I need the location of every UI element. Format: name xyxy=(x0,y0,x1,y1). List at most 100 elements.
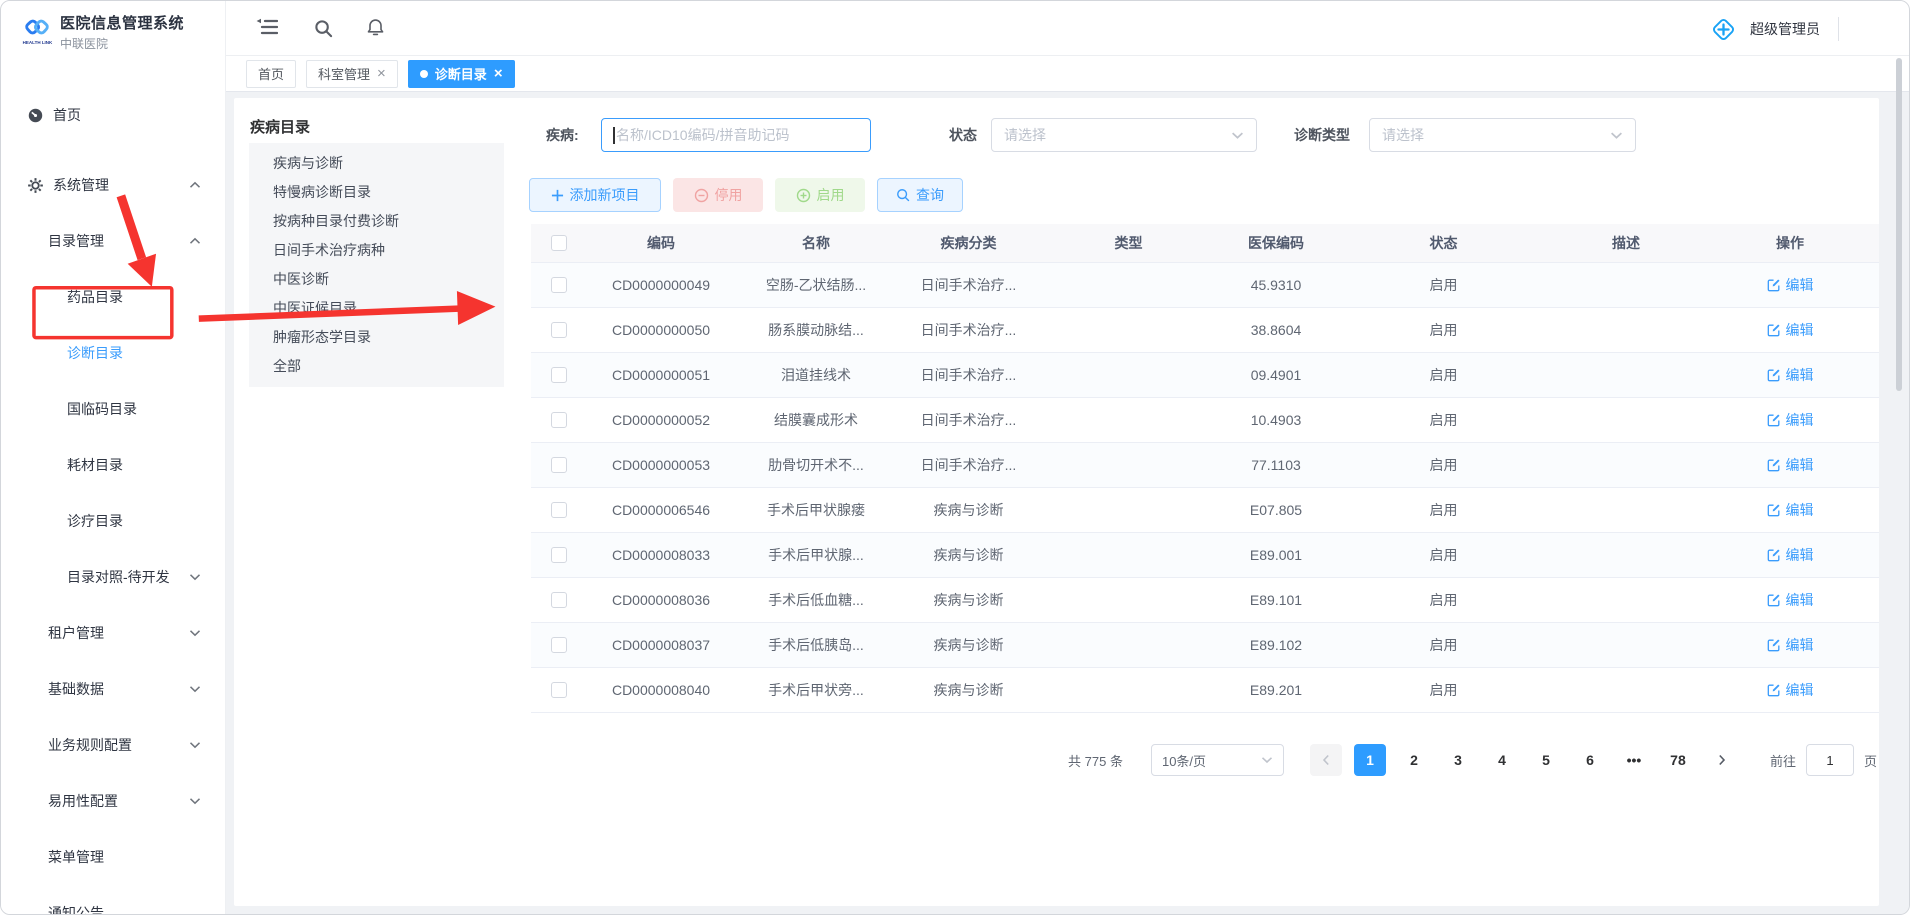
row-checkbox[interactable] xyxy=(551,277,567,293)
sidebar-item-目录对照-待开发[interactable]: 目录对照-待开发 xyxy=(1,549,225,605)
disease-search-field xyxy=(601,118,871,152)
page-button-1[interactable]: 1 xyxy=(1354,744,1386,776)
prev-page-button[interactable] xyxy=(1310,744,1342,776)
page-button-2[interactable]: 2 xyxy=(1398,744,1430,776)
type-cell xyxy=(1041,262,1216,307)
edit-label: 编辑 xyxy=(1786,545,1814,565)
enable-button[interactable]: 启用 xyxy=(775,178,865,212)
chevron-left-icon xyxy=(1322,754,1330,766)
type-cell xyxy=(1041,442,1216,487)
diagnosis-type-select[interactable]: 请选择 xyxy=(1369,118,1636,152)
edit-label: 编辑 xyxy=(1786,455,1814,475)
table-row: CD0000008033手术后甲状腺...疾病与诊断E89.001启用编辑 xyxy=(531,532,1879,577)
add-item-button[interactable]: 添加新项目 xyxy=(529,178,661,212)
tab-诊断目录[interactable]: 诊断目录× xyxy=(408,60,515,88)
category-cell: 疾病与诊断 xyxy=(896,487,1041,532)
category-cell: 日间手术治疗... xyxy=(896,397,1041,442)
description-cell xyxy=(1551,487,1701,532)
goto-page-input[interactable] xyxy=(1806,744,1854,776)
page-size-value: 10条/页 xyxy=(1162,751,1206,770)
edit-button[interactable]: 编辑 xyxy=(1767,635,1814,655)
status-cell: 启用 xyxy=(1336,532,1551,577)
disable-button[interactable]: 停用 xyxy=(673,178,763,212)
catalog-item-疾病与诊断[interactable]: 疾病与诊断 xyxy=(249,149,504,178)
sidebar-item-label: 目录管理 xyxy=(48,231,104,251)
status-select[interactable]: 请选择 xyxy=(991,118,1257,152)
page-button-4[interactable]: 4 xyxy=(1486,744,1518,776)
type-cell xyxy=(1041,667,1216,712)
close-tab-icon[interactable]: × xyxy=(494,66,503,81)
sidebar-item-业务规则配置[interactable]: 业务规则配置 xyxy=(1,717,225,773)
sidebar-item-通知公告[interactable]: 通知公告 xyxy=(1,885,225,915)
edit-button[interactable]: 编辑 xyxy=(1767,500,1814,520)
row-checkbox[interactable] xyxy=(551,637,567,653)
edit-button[interactable]: 编辑 xyxy=(1767,410,1814,430)
close-tab-icon[interactable]: × xyxy=(377,66,386,81)
edit-button[interactable]: 编辑 xyxy=(1767,545,1814,565)
row-checkbox[interactable] xyxy=(551,322,567,338)
sidebar-item-label: 租户管理 xyxy=(48,623,104,643)
catalog-item-日间手术治疗病种[interactable]: 日间手术治疗病种 xyxy=(249,236,504,265)
sidebar-item-目录管理[interactable]: 目录管理 xyxy=(1,213,225,269)
row-checkbox[interactable] xyxy=(551,412,567,428)
status-cell: 启用 xyxy=(1336,352,1551,397)
scrollbar-thumb[interactable] xyxy=(1896,58,1902,391)
disease-search-input[interactable] xyxy=(602,119,870,151)
actions-cell: 编辑 xyxy=(1701,352,1879,397)
edit-button[interactable]: 编辑 xyxy=(1767,275,1814,295)
select-all-checkbox[interactable] xyxy=(551,235,567,251)
edit-button[interactable]: 编辑 xyxy=(1767,680,1814,700)
search-icon[interactable] xyxy=(314,19,333,38)
page-button-6[interactable]: 6 xyxy=(1574,744,1606,776)
next-page-button[interactable] xyxy=(1706,744,1738,776)
sidebar-item-租户管理[interactable]: 租户管理 xyxy=(1,605,225,661)
user-menu[interactable]: 超级管理员 xyxy=(1709,14,1839,44)
tab-科室管理[interactable]: 科室管理× xyxy=(306,60,398,88)
catalog-item-按病种目录付费诊断[interactable]: 按病种目录付费诊断 xyxy=(249,207,504,236)
row-checkbox[interactable] xyxy=(551,367,567,383)
sidebar-item-菜单管理[interactable]: 菜单管理 xyxy=(1,829,225,885)
row-checkbox[interactable] xyxy=(551,502,567,518)
medical-code-cell: 38.8604 xyxy=(1216,307,1336,352)
sidebar-item-label: 系统管理 xyxy=(53,175,109,195)
description-cell xyxy=(1551,622,1701,667)
row-checkbox[interactable] xyxy=(551,547,567,563)
edit-label: 编辑 xyxy=(1786,590,1814,610)
edit-button[interactable]: 编辑 xyxy=(1767,590,1814,610)
more-pages-button[interactable]: ••• xyxy=(1618,744,1650,776)
catalog-item-中医诊断[interactable]: 中医诊断 xyxy=(249,265,504,294)
sidebar-item-耗材目录[interactable]: 耗材目录 xyxy=(1,437,225,493)
bell-icon[interactable] xyxy=(366,18,385,37)
edit-button[interactable]: 编辑 xyxy=(1767,365,1814,385)
edit-button[interactable]: 编辑 xyxy=(1767,320,1814,340)
sidebar-item-基础数据[interactable]: 基础数据 xyxy=(1,661,225,717)
pagination: 共 775 条 10条/页 123456•••78 前往 页 xyxy=(1068,744,1877,776)
edit-button[interactable]: 编辑 xyxy=(1767,455,1814,475)
row-checkbox[interactable] xyxy=(551,457,567,473)
catalog-item-中医证候目录[interactable]: 中医证候目录 xyxy=(249,294,504,323)
code-cell: CD0000000049 xyxy=(586,262,736,307)
page-size-select[interactable]: 10条/页 xyxy=(1151,744,1284,776)
name-cell: 肋骨切开术不... xyxy=(736,442,896,487)
description-cell xyxy=(1551,397,1701,442)
catalog-item-肿瘤形态学目录[interactable]: 肿瘤形态学目录 xyxy=(249,323,504,352)
collapse-sidebar-icon[interactable] xyxy=(256,18,278,36)
page-button-78[interactable]: 78 xyxy=(1662,744,1694,776)
row-checkbox[interactable] xyxy=(551,592,567,608)
sidebar-item-药品目录[interactable]: 药品目录 xyxy=(1,269,225,325)
row-checkbox[interactable] xyxy=(551,682,567,698)
sidebar-item-国临码目录[interactable]: 国临码目录 xyxy=(1,381,225,437)
page-button-3[interactable]: 3 xyxy=(1442,744,1474,776)
page-button-5[interactable]: 5 xyxy=(1530,744,1562,776)
sidebar-item-诊疗目录[interactable]: 诊疗目录 xyxy=(1,493,225,549)
description-cell xyxy=(1551,262,1701,307)
sidebar-item-首页[interactable]: 首页 xyxy=(1,87,225,143)
sidebar-item-诊断目录[interactable]: 诊断目录 xyxy=(1,325,225,381)
tab-首页[interactable]: 首页 xyxy=(246,60,296,88)
sidebar-item-易用性配置[interactable]: 易用性配置 xyxy=(1,773,225,829)
query-button[interactable]: 查询 xyxy=(877,178,963,212)
status-cell: 启用 xyxy=(1336,667,1551,712)
sidebar-item-系统管理[interactable]: 系统管理 xyxy=(1,157,225,213)
catalog-item-特慢病诊断目录[interactable]: 特慢病诊断目录 xyxy=(249,178,504,207)
catalog-item-全部[interactable]: 全部 xyxy=(249,352,504,381)
